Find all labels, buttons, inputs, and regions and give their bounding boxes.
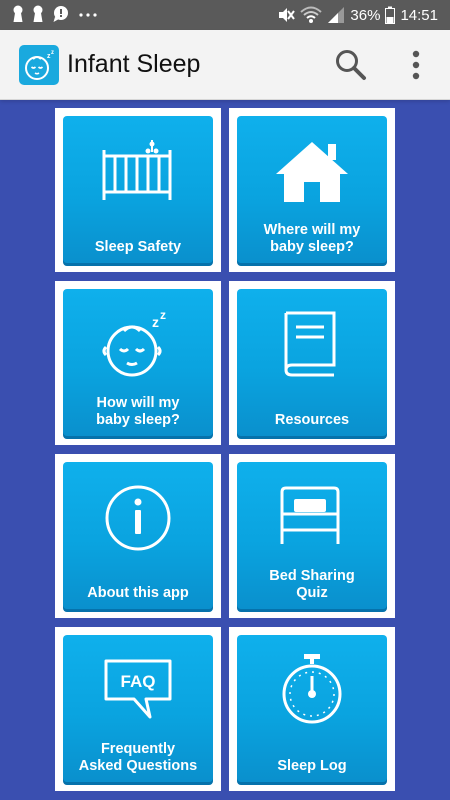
tile-about-this-app[interactable]: About this app <box>63 462 213 612</box>
signal-icon <box>328 7 345 23</box>
stopwatch-icon <box>282 654 342 724</box>
notification-icons <box>12 5 98 23</box>
tile-sleep-log[interactable]: Sleep Log <box>237 635 387 785</box>
book-icon <box>284 311 336 377</box>
tile-label: Sleep Log <box>277 758 347 774</box>
tile-frame: Where will my baby sleep? <box>229 108 395 272</box>
tile-resources[interactable]: Resources <box>237 289 387 439</box>
search-icon <box>336 50 366 80</box>
tile-bed-sharing-quiz[interactable]: Bed Sharing Quiz <box>237 462 387 612</box>
tile-where-will-my-baby-sleep[interactable]: Where will my baby sleep? <box>237 116 387 266</box>
keyhole-icon <box>33 5 43 22</box>
tile-label: Resources <box>274 412 350 428</box>
tile-label: Bed Sharing Quiz <box>269 568 355 601</box>
tile-frame: FAQ Frequently Asked Questions <box>55 627 221 791</box>
bed-icon <box>280 486 340 544</box>
tile-frame: About this app <box>55 454 221 618</box>
sleeping-baby-icon: z z <box>102 309 166 377</box>
tile-label: How will my baby sleep? <box>96 395 180 428</box>
tile-frame: Sleep Log <box>229 627 395 791</box>
status-bar: 36% 14:51 <box>0 0 450 30</box>
system-status: 36% 14:51 <box>277 6 438 24</box>
app-title: Infant Sleep <box>67 50 201 78</box>
house-icon <box>276 142 348 202</box>
battery-icon <box>385 6 396 24</box>
faq-icon: FAQ <box>104 659 172 719</box>
tile-frame: Resources <box>229 281 395 445</box>
clock: 14:51 <box>400 6 438 24</box>
search-button[interactable] <box>333 47 369 83</box>
tile-label: Where will my baby sleep? <box>263 222 361 255</box>
tile-sleep-safety[interactable]: Sleep Safety <box>63 116 213 266</box>
tile-frame: Bed Sharing Quiz <box>229 454 395 618</box>
info-icon <box>105 485 171 551</box>
tile-label: Frequently Asked Questions <box>78 741 198 774</box>
tile-label: About this app <box>87 585 189 601</box>
more-vert-icon <box>412 50 420 80</box>
crib-icon <box>102 140 172 200</box>
sleeping-baby-icon: z z <box>25 50 54 80</box>
mute-icon <box>279 8 296 22</box>
more-dots-icon <box>79 13 97 17</box>
svg-text:z: z <box>152 314 159 330</box>
svg-text:FAQ: FAQ <box>121 672 156 691</box>
app-bar: z z Infant Sleep <box>0 30 450 100</box>
keyhole-icon <box>13 5 23 22</box>
tile-frame: Sleep Safety <box>55 108 221 272</box>
svg-text:z: z <box>160 309 166 322</box>
tile-label: Sleep Safety <box>94 239 182 255</box>
tile-how-will-my-baby-sleep[interactable]: z z How will my baby sleep? <box>63 289 213 439</box>
tile-frame: z z How will my baby sleep? <box>55 281 221 445</box>
overflow-menu-button[interactable] <box>402 48 430 82</box>
wifi-icon <box>300 6 323 23</box>
battery-percent: 36% <box>350 6 381 24</box>
app-logo: z z <box>19 45 59 85</box>
chat-bubble-icon <box>53 6 68 22</box>
svg-text:z: z <box>51 50 54 56</box>
tile-frequently-asked-questions[interactable]: FAQ Frequently Asked Questions <box>63 635 213 785</box>
